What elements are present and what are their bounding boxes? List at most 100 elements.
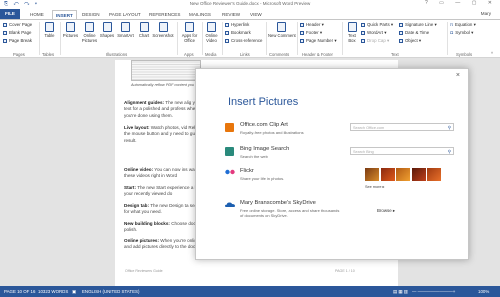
office-clipart-option[interactable]: Office.com Clip Art Royalty-free photos … [224,121,458,143]
collapse-ribbon-icon[interactable]: ^ [491,51,493,57]
view-buttons[interactable]: ▤ ▦ ▥ [393,289,408,295]
tab-design[interactable]: DESIGN [82,10,100,19]
tab-file[interactable]: FILE [0,9,20,19]
title-bar: ⎘ ↶ ↷ ▾ New Office Reviewer's Guide.docx… [0,0,500,9]
pictures-button[interactable]: Pictures [62,22,79,39]
apps-for-office-button[interactable]: Apps for Office [179,22,200,43]
ribbon-separator [447,22,448,55]
screenshot-icon [158,22,168,32]
symbol-button[interactable]: Ω Symbol ▾ [450,30,473,36]
group-pages-label: Pages [13,52,25,57]
tab-review[interactable]: REVIEW [222,10,240,19]
signature-line-icon [399,22,403,27]
photo-thumbnail[interactable] [411,168,426,181]
search-icon[interactable]: ⚲ [448,125,451,131]
footer-button[interactable]: Footer ▾ [300,30,322,36]
tab-references[interactable]: REFERENCES [149,10,180,19]
smartart-button[interactable]: SmartArt [115,22,136,39]
browse-link[interactable]: Browse ▸ [377,208,395,214]
photo-thumbnail[interactable] [380,168,395,181]
new-comment-button[interactable]: New Comment [268,22,296,39]
text-box-icon [347,22,357,32]
online-pictures-icon [85,22,94,32]
search-icon[interactable]: ⚲ [448,149,451,155]
skydrive-icon [225,201,235,210]
page-footer-right: PAGE 1 / 10 [335,269,355,273]
quick-parts-button[interactable]: Quick Parts ▾ [361,22,393,28]
chart-button[interactable]: Chart [136,22,152,39]
cover-page-button[interactable]: Cover Page [3,22,32,28]
tab-mailings[interactable]: MAILINGS [189,10,211,19]
page-footer-left: Office Reviewers Guide [125,269,163,273]
bookmark-button[interactable]: Bookmark [225,30,251,36]
status-bar: PAGE 10 OF 16 10323 WORDS ▣ ENGLISH (UNI… [0,286,500,297]
chart-icon [139,22,149,32]
insert-pictures-dialog: × Insert Pictures Office.com Clip Art Ro… [195,68,469,260]
screenshot-button[interactable]: Screenshot [151,22,175,39]
omega-icon: Ω [450,30,454,35]
word-count[interactable]: 10323 WORDS [38,289,68,294]
page-break-icon [3,38,7,43]
photo-thumbnail[interactable] [365,168,379,181]
online-pictures-button[interactable]: Online Pictures [80,22,99,43]
text-box-button[interactable]: Text Box [344,22,360,43]
page-count[interactable]: PAGE 10 OF 16 [4,289,35,294]
bing-image-search-option[interactable]: Bing Image Search Search the web Search … [224,145,458,167]
object-icon [399,38,403,43]
online-video-button[interactable]: Online Video [203,22,220,43]
wordart-icon [361,30,365,35]
ribbon: Cover Page Blank Page Page Break Pages T… [0,19,500,58]
page-number-button[interactable]: Page Number ▾ [300,38,337,44]
bookmark-icon [225,30,229,35]
wordart-button[interactable]: WordArt ▾ [361,30,386,36]
zoom-slider[interactable]: — ————————+ [412,289,455,294]
date-time-button[interactable]: Date & Time [399,30,429,36]
ribbon-separator [342,22,343,55]
ribbon-separator [222,22,223,55]
shapes-button[interactable]: Shapes [99,22,115,39]
date-time-icon [399,30,403,35]
tab-insert[interactable]: INSERT [52,10,77,19]
flickr-icon [225,169,235,178]
ribbon-separator [266,22,267,55]
user-name[interactable]: Mary [481,11,491,16]
header-icon [300,22,304,27]
ribbon-tabs: FILE HOME INSERT DESIGN PAGE LAYOUT REFE… [0,9,500,19]
hyperlink-icon [225,22,229,27]
blank-page-button[interactable]: Blank Page [3,30,31,36]
tab-page-layout[interactable]: PAGE LAYOUT [109,10,141,19]
spelling-icon[interactable]: ▣ [72,289,76,295]
office-search-input[interactable]: Search Office.com ⚲ [350,123,454,131]
cover-page-icon [3,22,7,27]
tab-home[interactable]: HOME [30,10,44,19]
pictures-icon [66,22,75,32]
ribbon-separator [177,22,178,55]
photo-thumbnail[interactable] [396,168,410,181]
hyperlink-button[interactable]: Hyperlink [225,22,249,28]
bing-search-input[interactable]: Search Bing ⚲ [350,147,454,155]
cross-reference-button[interactable]: Cross-reference [225,38,262,44]
language[interactable]: ENGLISH (UNITED STATES) [82,289,139,294]
blank-page-icon [3,30,7,35]
equation-button[interactable]: π Equation ▾ [450,22,476,28]
zoom-level[interactable]: 100% [478,289,489,294]
see-more-link[interactable]: See more ▸ [365,184,384,189]
photo-thumbnail[interactable] [427,168,441,181]
group-comments-label: Comments [269,52,290,57]
close-button[interactable]: × [456,72,460,79]
table-icon [45,22,54,32]
ribbon-separator [39,22,40,55]
table-button[interactable]: Table [41,22,58,39]
flickr-option[interactable]: Flickr Share your life in photos. See mo… [224,167,458,195]
image-caption: Automatically reflow PDF content you can [131,83,202,87]
drop-cap-button[interactable]: Drop Cap ▾ [361,38,389,44]
header-button[interactable]: Header ▾ [300,22,324,28]
window-controls[interactable]: ? ▭ — ▢ ✕ [425,0,497,6]
tab-view[interactable]: VIEW [250,10,262,19]
page-break-button[interactable]: Page Break [3,38,32,44]
apps-icon [185,22,194,32]
object-button[interactable]: Object ▾ [399,38,421,44]
signature-line-button[interactable]: Signature Line ▾ [399,22,437,28]
group-header-footer-label: Header & Footer [302,52,333,57]
skydrive-option[interactable]: Mary Branscombe's SkyDrive Free online s… [224,199,458,227]
